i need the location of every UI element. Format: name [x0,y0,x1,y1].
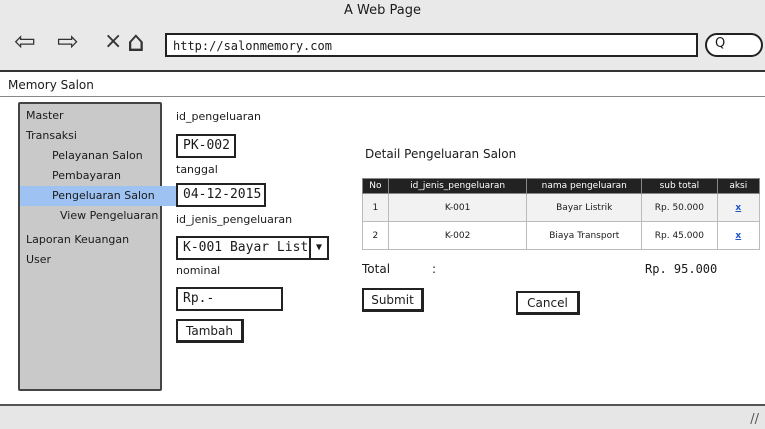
app-title: Memory Salon [8,78,94,92]
tambah-button[interactable]: Tambah [176,319,244,343]
resize-grip-icon[interactable]: // [750,412,759,427]
sidebar-item-user[interactable]: User [20,250,166,270]
chevron-down-icon[interactable]: ▼ [309,238,327,258]
row-id-jenis: K-002 [387,221,528,250]
jenis-pengeluaran-label: id_jenis_pengeluaran [176,213,293,226]
nominal-field[interactable]: Rp.- [176,287,283,311]
search-icon: Q [715,36,726,51]
row-aksi: x [716,221,761,250]
id-pengeluaran-field[interactable]: PK-002 [176,134,236,158]
jenis-pengeluaran-selected: K-001 Bayar Listrik [183,240,329,255]
sidebar-item-view-pengeluaran[interactable]: View Pengeluaran [20,206,200,226]
total-label: Total [362,262,391,276]
row-sub-total: Rp. 50.000 [641,193,718,222]
forward-arrow-icon[interactable]: ⇨ [57,27,79,57]
tanggal-field[interactable]: 04-12-2015 [176,183,266,207]
row-no: 1 [362,193,389,222]
tanggal-label: tanggal [176,163,218,176]
jenis-pengeluaran-select[interactable]: K-001 Bayar Listrik ▼ [176,236,329,260]
column-header-sub-total: sub total [641,178,718,194]
table-row: 2 K-002 Biaya Transport Rp. 45.000 x [362,221,761,250]
address-bar[interactable]: http://salonmemory.com [165,33,698,57]
row-nama: Biaya Transport [526,221,643,250]
column-header-aksi: aksi [716,178,761,194]
row-no: 2 [362,221,389,250]
nominal-label: nominal [176,264,221,277]
column-header-id-jenis: id_jenis_pengeluaran [387,178,528,194]
window-title: A Web Page [344,3,421,18]
header-divider [0,96,765,97]
column-header-no: No [362,178,389,194]
sidebar-item-laporan-keuangan[interactable]: Laporan Keuangan [20,230,166,250]
column-header-nama: nama pengeluaran [526,178,643,194]
browser-search-box[interactable]: Q [705,33,763,57]
sidebar-item-pengeluaran-salon[interactable]: Pengeluaran Salon [20,186,192,206]
sidebar-item-pembayaran[interactable]: Pembayaran [20,166,192,186]
id-pengeluaran-label: id_pengeluaran [176,110,262,123]
sidebar: Master Transaksi Pelayanan Salon Pembaya… [18,102,192,391]
table-row: 1 K-001 Bayar Listrik Rp. 50.000 x [362,193,761,222]
back-arrow-icon[interactable]: ⇦ [14,27,36,57]
submit-button[interactable]: Submit [362,288,424,312]
sidebar-item-transaksi[interactable]: Transaksi [20,126,166,146]
sidebar-item-master[interactable]: Master [20,106,166,126]
delete-link[interactable]: x [735,231,741,241]
row-sub-total: Rp. 45.000 [641,221,718,250]
row-nama: Bayar Listrik [526,193,643,222]
row-id-jenis: K-001 [387,193,528,222]
cancel-button[interactable]: Cancel [516,291,580,315]
detail-title: Detail Pengeluaran Salon [365,147,517,161]
sidebar-item-pelayanan-salon[interactable]: Pelayanan Salon [20,146,192,166]
status-bar: // [0,404,765,429]
home-icon[interactable]: ⌂ [127,27,145,57]
row-aksi: x [716,193,761,222]
close-icon[interactable]: × [104,27,122,57]
total-colon: : [432,262,437,276]
detail-table: No id_jenis_pengeluaran nama pengeluaran… [362,178,761,250]
delete-link[interactable]: x [735,203,741,213]
total-value: Rp. 95.000 [645,262,718,276]
